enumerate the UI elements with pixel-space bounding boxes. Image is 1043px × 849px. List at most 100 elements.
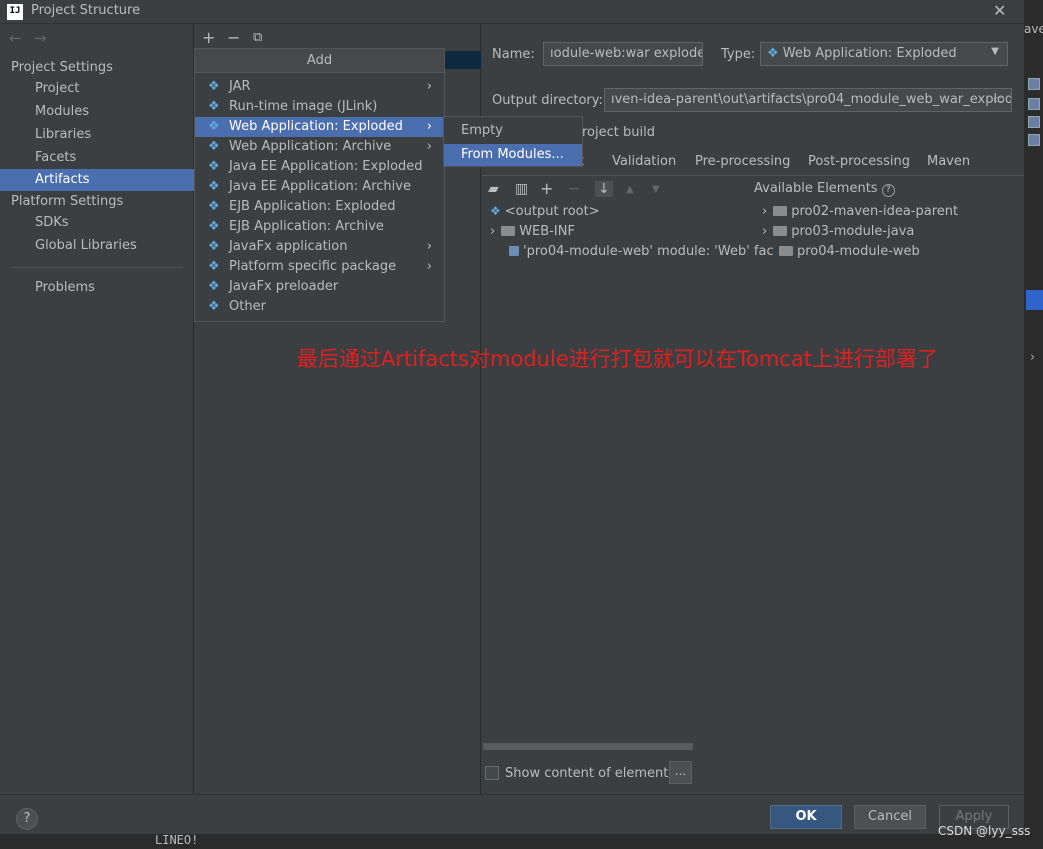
menu-item-web-app-exploded[interactable]: ❖ Web Application: Exploded › <box>195 117 444 137</box>
show-content-options-button[interactable]: ... <box>669 761 692 784</box>
title-bar: IJ Project Structure ✕ <box>0 0 1024 24</box>
menu-item-other[interactable]: ❖ Other <box>195 297 444 317</box>
include-in-build-label: roject build <box>582 125 655 140</box>
remove-element-icon[interactable]: − <box>568 181 580 197</box>
show-content-checkbox[interactable] <box>485 766 499 780</box>
artifact-type-value: Web Application: Exploded <box>782 46 957 61</box>
menu-item-javafx-app[interactable]: ❖ JavaFx application › <box>195 237 444 257</box>
artifact-icon: ❖ <box>208 99 220 114</box>
available-elements-title: Available Elements ? <box>754 181 895 197</box>
chevron-right-icon: › <box>426 79 432 94</box>
menu-item-jar[interactable]: ❖ JAR › <box>195 77 444 97</box>
menu-item-ejb-archive[interactable]: ❖ EJB Application: Archive <box>195 217 444 237</box>
web-app-icon: ❖ <box>208 139 220 154</box>
close-icon[interactable]: ✕ <box>993 1 1006 20</box>
menu-item-ejb-exploded[interactable]: ❖ EJB Application: Exploded <box>195 197 444 217</box>
folder-icon <box>773 206 788 216</box>
chevron-right-icon: › <box>426 259 432 274</box>
chevron-right-icon: › <box>426 119 432 134</box>
sidebar-item-artifacts[interactable]: Artifacts <box>0 169 194 191</box>
menu-item-javafx-preloader[interactable]: ❖ JavaFx preloader <box>195 277 444 297</box>
layout-tree-item[interactable]: ❖ <output root> <box>490 204 600 219</box>
layout-tree-label: <output root> <box>504 204 600 219</box>
layout-tree-label: WEB-INF <box>519 224 575 239</box>
type-label: Type: <box>721 47 756 62</box>
sidebar-item-problems[interactable]: Problems <box>35 280 95 295</box>
menu-item-javaee-archive[interactable]: ❖ Java EE Application: Archive <box>195 177 444 197</box>
move-up-icon[interactable]: ▲ <box>626 184 634 195</box>
create-archive-icon[interactable]: ▥ <box>515 181 528 197</box>
tab-validation[interactable]: Validation <box>612 154 676 169</box>
menu-item-runtime-image[interactable]: ❖ Run-time image (JLink) <box>195 97 444 117</box>
maven-icon <box>1028 98 1040 110</box>
layout-tree-item[interactable]: › WEB-INF <box>490 224 575 239</box>
artifact-icon: ❖ <box>208 79 220 94</box>
horizontal-scrollbar[interactable] <box>483 743 693 750</box>
dialog-footer: ? OK Cancel Apply <box>0 794 1024 834</box>
javaee-icon: ❖ <box>208 159 220 174</box>
maven-icon <box>1028 116 1040 128</box>
remove-icon[interactable]: − <box>227 28 240 47</box>
available-element-item[interactable]: › pro03-module-java <box>762 224 914 239</box>
available-element-item[interactable]: pro04-module-web <box>779 244 920 259</box>
output-directory-value: ıven-idea-parent\out\artifacts\pro04_mod… <box>611 92 1012 107</box>
separator <box>11 267 183 268</box>
submenu-item-from-modules[interactable]: From Modules... <box>444 144 582 166</box>
sidebar-item-sdks[interactable]: SDKs <box>35 215 69 230</box>
sidebar-item-libraries[interactable]: Libraries <box>35 127 91 142</box>
sidebar-item-project[interactable]: Project <box>35 81 79 96</box>
add-copy-icon[interactable]: + <box>540 179 553 198</box>
artifact-name-field[interactable]: ıodule-web:war exploded <box>543 42 703 66</box>
chevron-down-icon: ▼ <box>991 46 999 57</box>
available-element-label: pro03-module-java <box>791 224 915 239</box>
create-directory-icon[interactable]: ▰ <box>488 181 499 197</box>
name-label: Name: <box>492 47 535 62</box>
move-down-icon[interactable]: ▼ <box>652 184 660 195</box>
tab-pre-processing[interactable]: Pre-processing <box>695 154 790 169</box>
artifact-type-select[interactable]: ❖ Web Application: Exploded ▼ <box>760 42 1008 66</box>
output-directory-field[interactable]: ıven-idea-parent\out\artifacts\pro04_mod… <box>604 88 1012 112</box>
available-element-label: pro02-maven-idea-parent <box>791 204 959 219</box>
folder-icon <box>501 226 516 236</box>
folder-browse-icon[interactable]: ▭ <box>993 92 1005 107</box>
output-directory-label: Output directory: <box>492 93 603 108</box>
sort-icon[interactable]: ↓ <box>595 181 613 197</box>
ok-button[interactable]: OK <box>770 805 842 829</box>
menu-item-label: Platform specific package <box>229 259 397 274</box>
submenu-item-empty[interactable]: Empty <box>444 120 582 142</box>
sidebar-item-modules[interactable]: Modules <box>35 104 89 119</box>
folder-icon <box>779 246 793 256</box>
copy-icon[interactable]: ⧉ <box>253 30 262 45</box>
web-app-icon: ❖ <box>208 119 220 134</box>
menu-item-javaee-exploded[interactable]: ❖ Java EE Application: Exploded <box>195 157 444 177</box>
available-element-item[interactable]: › pro02-maven-idea-parent <box>762 204 958 219</box>
chevron-right-icon: › <box>426 139 432 154</box>
layout-tree-item[interactable]: 'pro04-module-web' module: 'Web' fac <box>509 244 774 259</box>
sidebar-item-global-libraries[interactable]: Global Libraries <box>35 238 137 253</box>
folder-icon <box>773 226 788 236</box>
web-app-exploded-submenu: Empty From Modules... <box>443 116 583 167</box>
window-title: Project Structure <box>31 3 141 18</box>
cancel-button[interactable]: Cancel <box>854 805 926 829</box>
back-arrow-icon[interactable]: ← <box>9 29 22 47</box>
section-platform-settings: Platform Settings <box>11 194 124 209</box>
menu-item-label: JavaFx application <box>229 239 348 254</box>
menu-item-platform-package[interactable]: ❖ Platform specific package › <box>195 257 444 277</box>
intellij-app-icon: IJ <box>7 4 23 20</box>
artifact-icon: ❖ <box>208 299 220 314</box>
chevron-right-icon: › <box>762 224 768 239</box>
forward-arrow-icon[interactable]: → <box>34 29 47 47</box>
watermark-credit: CSDN @lyy_sss <box>938 824 1031 838</box>
chevron-right-icon: › <box>762 204 768 219</box>
help-icon[interactable]: ? <box>881 184 895 197</box>
help-button[interactable]: ? <box>16 808 38 830</box>
add-icon[interactable]: + <box>202 28 215 47</box>
show-content-label: Show content of elements <box>505 766 676 781</box>
menu-item-label: Other <box>229 299 266 314</box>
menu-item-web-app-archive[interactable]: ❖ Web Application: Archive › <box>195 137 444 157</box>
sidebar-item-facets[interactable]: Facets <box>35 150 76 165</box>
menu-item-label: Run-time image (JLink) <box>229 99 378 114</box>
tab-post-processing[interactable]: Post-processing <box>808 154 910 169</box>
tab-maven[interactable]: Maven <box>927 154 970 169</box>
artifact-icon: ❖ <box>208 279 220 294</box>
